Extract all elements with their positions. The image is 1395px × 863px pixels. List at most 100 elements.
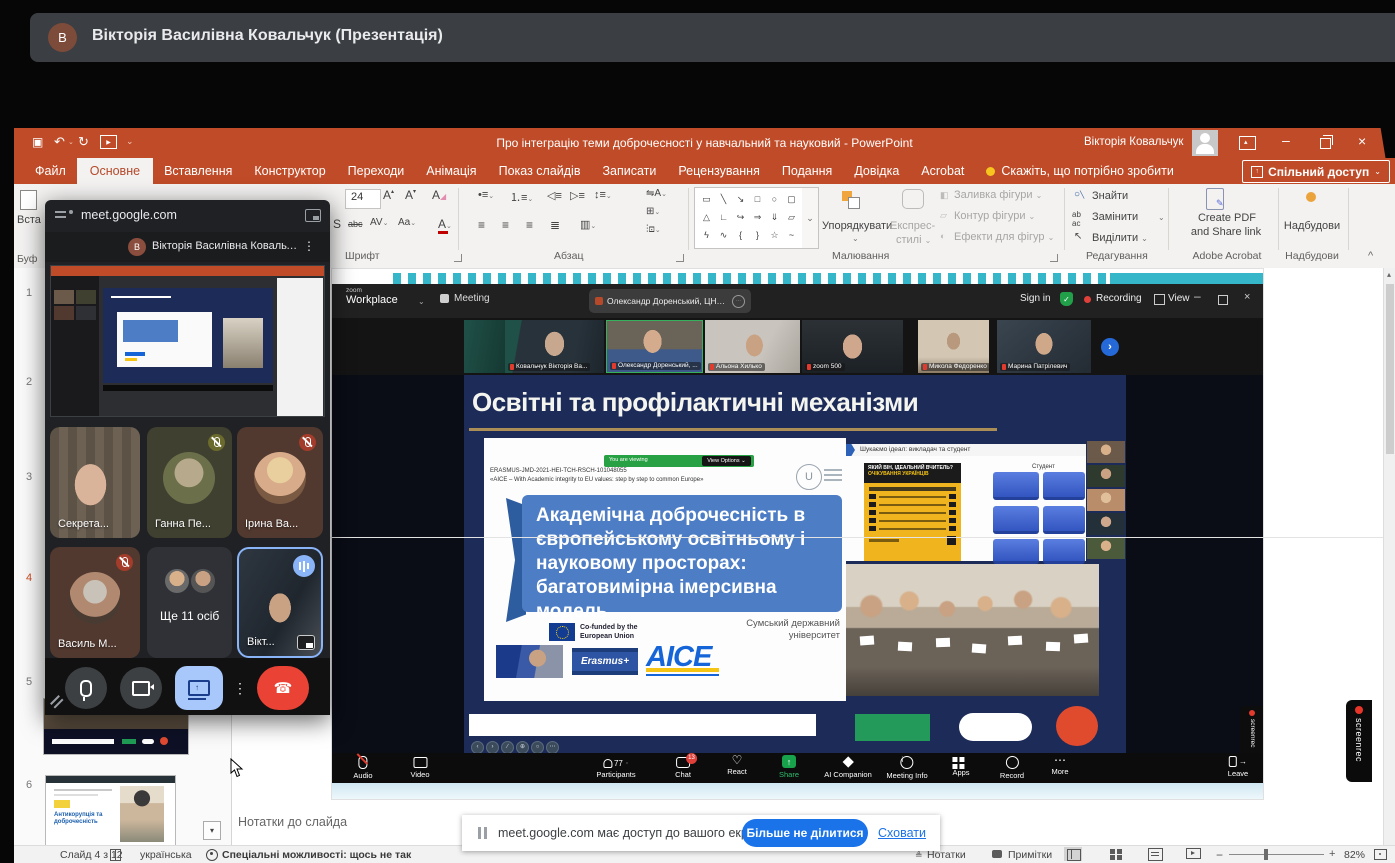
shape-brace-left-icon[interactable]: { <box>732 226 749 244</box>
zoom-minimize-icon[interactable]: – <box>1194 289 1201 303</box>
align-text-icon[interactable]: ⊞⌄ <box>646 206 660 217</box>
present-button[interactable]: ↑ <box>175 666 223 710</box>
view-reading-icon[interactable] <box>1148 848 1163 861</box>
notes-divider[interactable] <box>232 537 1383 538</box>
paste-button-icon[interactable] <box>20 190 37 210</box>
ai-companion-button[interactable]: AI Companion <box>824 757 872 779</box>
meeting-title-pill[interactable]: Олександр Доренський, ЦНТУ'з ⋯ <box>589 289 751 313</box>
participant-video[interactable]: Олександр Доренський, ... <box>606 320 703 373</box>
decrease-indent-icon[interactable]: ◁≡ <box>547 189 562 202</box>
tab-home[interactable]: Основне <box>77 158 153 184</box>
zoom-level[interactable]: 82% <box>1344 849 1365 861</box>
zoom-in-icon[interactable]: + <box>1329 848 1335 860</box>
shape-line-icon[interactable]: ╲ <box>715 190 732 208</box>
arrange-button[interactable]: Упорядкувати <box>822 220 892 232</box>
bullets-icon[interactable]: •≡⌄ <box>478 189 494 201</box>
shape-wave-icon[interactable]: ∿ <box>715 226 732 244</box>
tab-slideshow[interactable]: Показ слайдів <box>488 158 592 184</box>
shape-parallelogram-icon[interactable]: ▱ <box>783 208 800 226</box>
shape-star-icon[interactable]: ☆ <box>766 226 783 244</box>
view-slideshow-icon[interactable] <box>1186 848 1201 859</box>
more-options-button[interactable]: ⋮ <box>231 672 249 704</box>
addins-button[interactable]: Надбудови <box>1282 220 1342 232</box>
thumb-number-5[interactable]: 5 <box>26 676 32 688</box>
increase-indent-icon[interactable]: ▷≡ <box>570 189 585 202</box>
shape-down-arrow-icon[interactable]: ⇓ <box>766 208 783 226</box>
account-avatar[interactable] <box>1192 130 1218 156</box>
shape-rect-icon[interactable]: □ <box>749 190 766 208</box>
participant-video[interactable]: zoom 500 <box>802 320 903 373</box>
scroll-up-icon[interactable]: ▴ <box>1387 270 1391 279</box>
line-spacing-icon[interactable]: ↕≡⌄ <box>594 189 612 201</box>
account-name[interactable]: Вікторія Ковальчук <box>1084 136 1183 148</box>
clear-format-icon[interactable]: A◢ <box>432 188 446 202</box>
meet-tile-overflow[interactable]: Ще 11 осіб <box>147 547 232 658</box>
shape-triangle-icon[interactable]: △ <box>698 208 715 226</box>
view-options-button[interactable]: View Options ⌄ <box>702 456 751 466</box>
meeting-tab[interactable]: Meeting <box>454 293 490 304</box>
tab-file[interactable]: Файл <box>24 158 77 184</box>
screenrec-tab[interactable]: screenrec <box>1346 700 1372 782</box>
scrollbar[interactable]: ▴ <box>1383 268 1395 845</box>
language-status[interactable]: українська <box>140 849 192 861</box>
meet-header[interactable]: meet.google.com <box>45 200 330 232</box>
char-spacing-icon[interactable]: AV⌄ <box>370 217 388 228</box>
replace-button[interactable]: Замінити <box>1092 211 1138 223</box>
select-button[interactable]: Виділити ⌄ <box>1092 232 1148 244</box>
shape-brace-right-icon[interactable]: } <box>749 226 766 244</box>
tell-me[interactable]: Скажіть, що потрібно зробити <box>975 158 1185 184</box>
acrobat-button[interactable]: Create PDF <box>1184 212 1270 224</box>
notes-placeholder[interactable]: Нотатки до слайда <box>238 815 347 829</box>
slide-canvas[interactable]: zoom Workplace ⌄ Meeting Олександр Дорен… <box>331 268 1264 800</box>
record-button[interactable]: Record <box>1000 756 1024 780</box>
view-button[interactable]: View <box>1168 293 1190 304</box>
align-center-icon[interactable]: ≡ <box>502 218 509 232</box>
find-button[interactable]: Знайти <box>1092 190 1128 202</box>
pip-icon[interactable] <box>305 209 321 222</box>
shape-elbow-icon[interactable]: ∟ <box>715 208 732 226</box>
thumb-number-6[interactable]: 6 <box>26 779 32 791</box>
shape-arrow-icon[interactable]: ↘ <box>732 190 749 208</box>
participant-video[interactable]: Ковальчук Вікторія Ва... <box>505 320 604 373</box>
arrange-dropdown-icon[interactable]: ⌄ <box>852 234 859 243</box>
shape-oval-icon[interactable]: ○ <box>766 190 783 208</box>
acrobat-button2[interactable]: and Share link <box>1176 226 1276 238</box>
view-sorter-icon[interactable] <box>1110 849 1115 854</box>
participant-video[interactable]: Марина Патрілевич <box>997 320 1091 373</box>
tab-transitions[interactable]: Переходи <box>337 158 416 184</box>
zoom-brand[interactable]: zoom Workplace <box>346 287 398 306</box>
shape-right-arrow-icon[interactable]: ⇒ <box>749 208 766 226</box>
restore-icon[interactable] <box>1320 138 1331 149</box>
minimize-icon[interactable]: – <box>1282 132 1290 148</box>
quick-styles-button2[interactable]: стилі ⌄ <box>896 234 931 246</box>
stop-sharing-button[interactable]: Більше не ділитися <box>742 819 868 847</box>
comments-toggle[interactable]: Примітки <box>1008 849 1052 861</box>
zoom-close-icon[interactable]: × <box>1244 291 1250 303</box>
participant-video[interactable]: Микола Федоренко <box>918 320 989 373</box>
meeting-title-more-icon[interactable]: ⋯ <box>732 295 745 308</box>
screenshare-preview[interactable] <box>50 265 325 417</box>
font-size-input[interactable]: 24 <box>345 189 381 209</box>
shapes-gallery-more[interactable]: ⌄ <box>802 187 819 249</box>
align-right-icon[interactable]: ≡ <box>526 218 533 232</box>
meet-tile-self[interactable]: Вікт... <box>237 547 323 658</box>
shape-outline-button[interactable]: Контур фігури ⌄ <box>954 210 1035 222</box>
accessibility-status[interactable]: Спеціальні можливості: щось не так <box>222 849 411 861</box>
ribbon-display-options-icon[interactable]: ▴ <box>1239 136 1256 150</box>
thumb-number-1[interactable]: 1 <box>26 287 32 299</box>
smartart-convert-icon[interactable]: ⫶⊡⌄ <box>646 224 661 235</box>
spellcheck-icon[interactable] <box>110 849 121 861</box>
meeting-info-button[interactable]: i Meeting Info <box>886 756 927 780</box>
meet-popup[interactable]: meet.google.com B Вікторія Василівна Ков… <box>45 200 330 715</box>
participants-button[interactable]: 77 ⌃ Participants <box>596 756 635 779</box>
meet-tile-avatar[interactable]: Ганна Пе... <box>147 427 232 538</box>
shape-effects-button[interactable]: Ефекти для фігур ⌄ <box>954 231 1054 243</box>
thumb-number-4[interactable]: 4 <box>26 572 32 584</box>
tab-view[interactable]: Подання <box>771 158 843 184</box>
zoom-restore-icon[interactable] <box>1218 295 1228 305</box>
leave-button[interactable]: → Leave <box>1228 756 1248 778</box>
meet-tile-video[interactable]: Секрета... <box>50 427 140 538</box>
scroll-thumb[interactable] <box>1386 284 1394 454</box>
end-call-button[interactable]: ☎ <box>257 666 309 710</box>
react-button[interactable]: ♡ React <box>727 753 747 776</box>
